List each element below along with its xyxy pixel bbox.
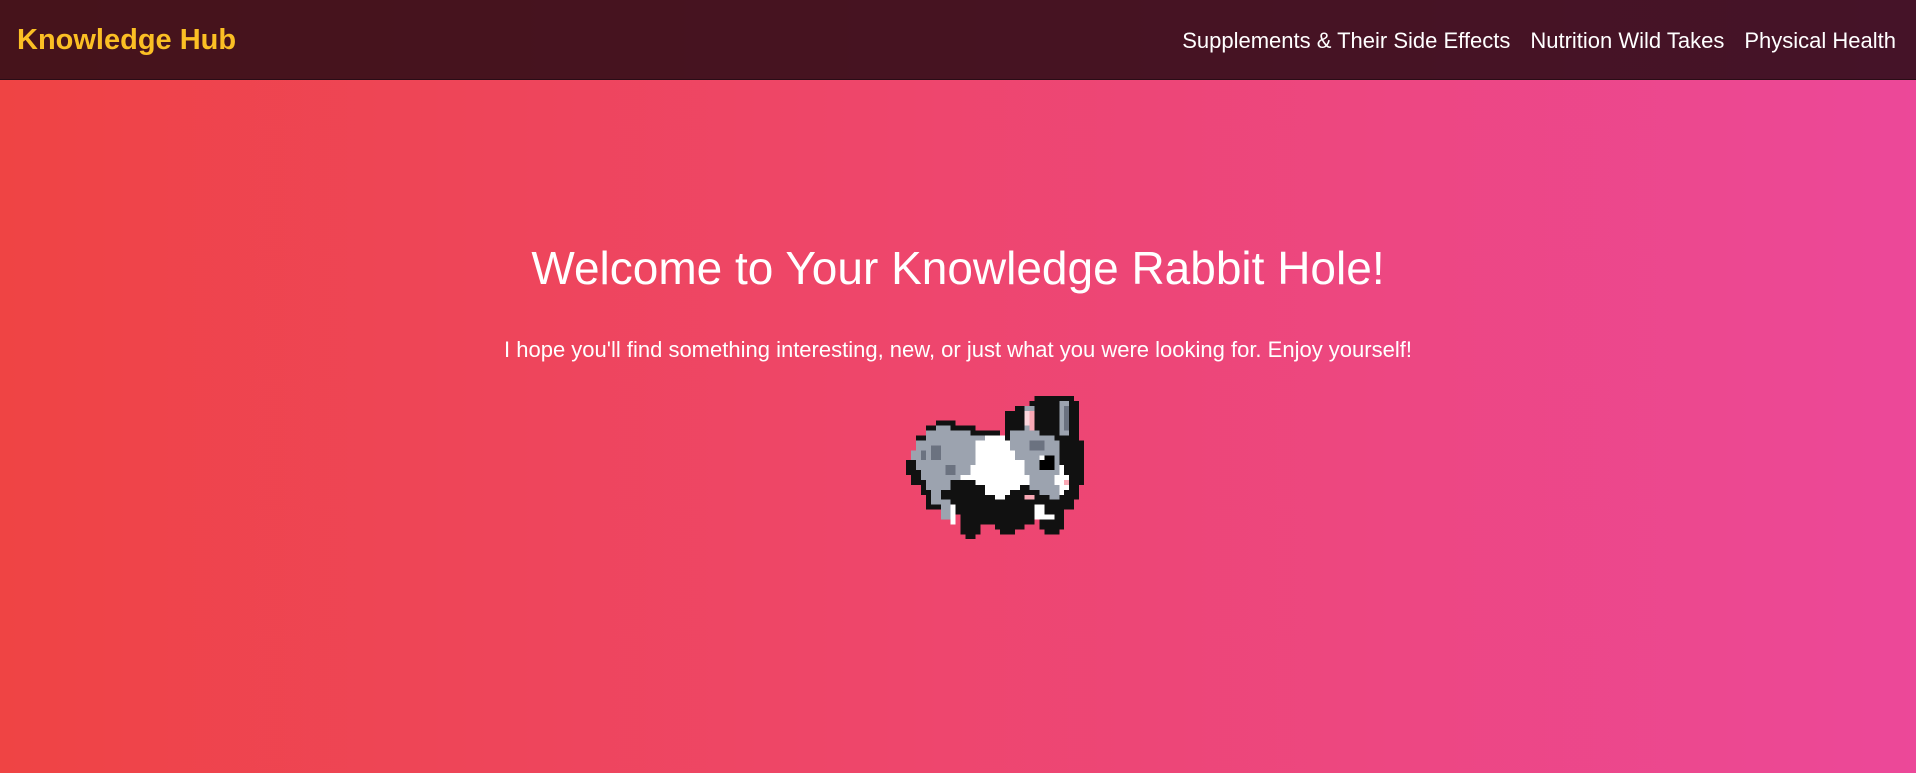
nav-link-supplements[interactable]: Supplements & Their Side Effects [1182,26,1510,56]
brand-logo[interactable]: Knowledge Hub [17,22,236,58]
page: Knowledge Hub Supplements & Their Side E… [0,0,1916,773]
hero-title: Welcome to Your Knowledge Rabbit Hole! [531,242,1385,294]
rabbit-icon [906,396,1084,540]
navbar: Knowledge Hub Supplements & Their Side E… [0,0,1916,80]
nav-link-physical-health[interactable]: Physical Health [1744,26,1896,56]
nav-links: Supplements & Their Side Effects Nutriti… [1182,26,1896,56]
nav-link-nutrition[interactable]: Nutrition Wild Takes [1530,26,1724,56]
hero-subtitle: I hope you'll find something interesting… [504,337,1412,362]
